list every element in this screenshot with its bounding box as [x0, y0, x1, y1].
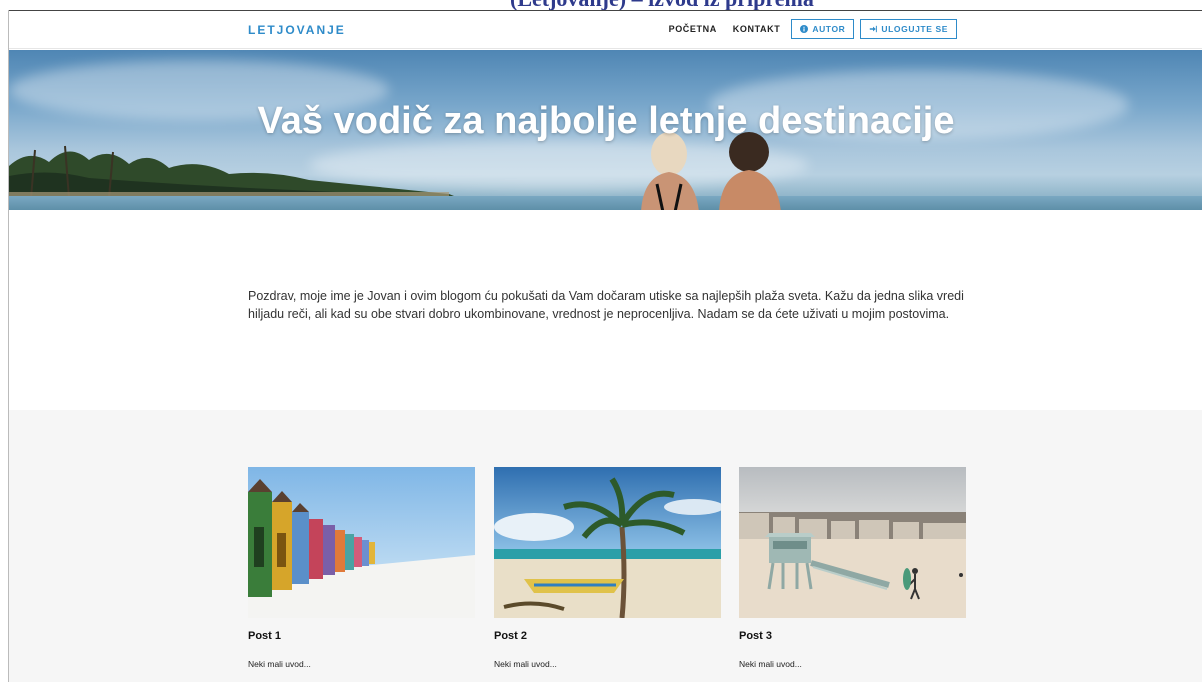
- hero-title: Vaš vodič za najbolje letnje destinacije: [257, 100, 955, 142]
- navbar: LETJOVANJE POČETNA KONTAKT AUTOR ULOGUJT…: [9, 11, 1202, 49]
- posts-section: Post 1 Neki mali uvod... Post 2 Neki mal…: [9, 410, 1202, 682]
- top-strip-text: (Letjovanje) – izvod iz priprema: [510, 0, 814, 10]
- post-intro: Neki mali uvod...: [739, 659, 802, 669]
- people-silhouette-image: [641, 132, 781, 210]
- nav-link-pocetna[interactable]: POČETNA: [664, 19, 722, 39]
- sign-in-icon: [870, 25, 878, 33]
- login-button[interactable]: ULOGUJTE SE: [860, 19, 957, 39]
- post-image[interactable]: [494, 467, 721, 618]
- post-intro: Neki mali uvod...: [494, 659, 557, 669]
- login-button-label: ULOGUJTE SE: [881, 24, 948, 34]
- post-image[interactable]: [248, 467, 475, 618]
- post-image[interactable]: [739, 467, 966, 618]
- post-card[interactable]: Post 3 Neki mali uvod...: [739, 467, 966, 669]
- hero-banner: Vaš vodič za najbolje letnje destinacije: [9, 50, 1202, 210]
- post-title[interactable]: Post 3: [739, 630, 966, 642]
- intro-paragraph: Pozdrav, moje ime je Jovan i ovim blogom…: [248, 289, 964, 321]
- post-title[interactable]: Post 2: [494, 630, 721, 642]
- lifeguard-tower-image: [739, 467, 966, 618]
- author-button-label: AUTOR: [812, 24, 846, 34]
- page-frame: LETJOVANJE POČETNA KONTAKT AUTOR ULOGUJT…: [8, 10, 1202, 682]
- nav-link-kontakt[interactable]: KONTAKT: [728, 19, 786, 39]
- info-circle-icon: [800, 25, 809, 33]
- beach-huts-image: [248, 467, 475, 618]
- author-button[interactable]: AUTOR: [791, 19, 855, 39]
- palm-beach-image: [494, 467, 721, 618]
- top-strip: (Letjovanje) – izvod iz priprema: [0, 0, 1202, 10]
- hero-sea: [9, 196, 1202, 210]
- post-card[interactable]: Post 2 Neki mali uvod...: [494, 467, 721, 669]
- post-title[interactable]: Post 1: [248, 630, 475, 642]
- post-intro: Neki mali uvod...: [248, 659, 311, 669]
- brand-logo[interactable]: LETJOVANJE: [248, 23, 346, 37]
- post-card[interactable]: Post 1 Neki mali uvod...: [248, 467, 475, 669]
- nav-links: POČETNA KONTAKT AUTOR ULOGUJTE SE: [664, 19, 957, 39]
